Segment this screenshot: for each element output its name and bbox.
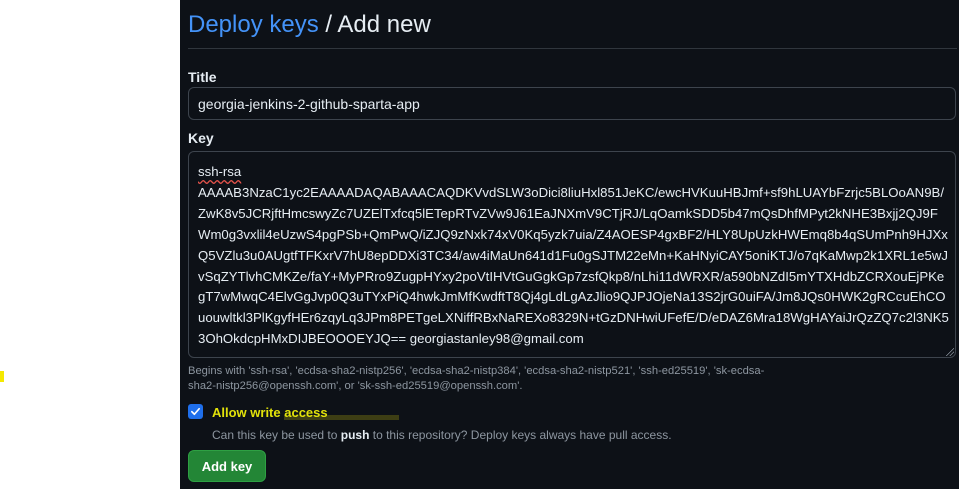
key-format-hint: Begins with 'ssh-rsa', 'ecdsa-sha2-nistp… [188,365,765,392]
key-body-text: AAAAB3NzaC1yc2EAAAADAQABAAACAQDKVvdSLW3o… [198,184,949,347]
key-label: Key [188,130,214,146]
page-title: Add new [337,11,431,38]
page-header: Deploy keys / Add new [188,10,957,49]
resize-handle-icon[interactable] [946,348,954,356]
key-type-text: ssh-rsa [198,164,242,179]
desc-bold-push: push [340,428,370,442]
key-textarea[interactable]: ssh-rsa AAAAB3NzaC1yc2EAAAADAQABAAACAQDK… [188,151,956,358]
title-label: Title [188,69,217,85]
deploy-key-panel: Deploy keys / Add new Title Key ssh-rsa … [180,0,959,489]
allow-write-label-text: Allow write access [212,405,328,420]
allow-write-description: Can this key be used to push to this rep… [212,428,672,442]
desc-suffix: to this repository? Deploy keys always h… [369,428,672,442]
yellow-annotation-mark [0,371,4,382]
add-key-button[interactable]: Add key [188,450,266,482]
desc-prefix: Can this key be used to [212,428,341,442]
checkmark-icon [191,407,200,416]
breadcrumb-deploy-keys-link[interactable]: Deploy keys [188,11,319,38]
title-input[interactable] [188,87,956,120]
allow-write-label[interactable]: Allow write access [212,405,399,420]
allow-write-checkbox[interactable] [188,404,203,419]
breadcrumb-separator: / [325,11,333,38]
